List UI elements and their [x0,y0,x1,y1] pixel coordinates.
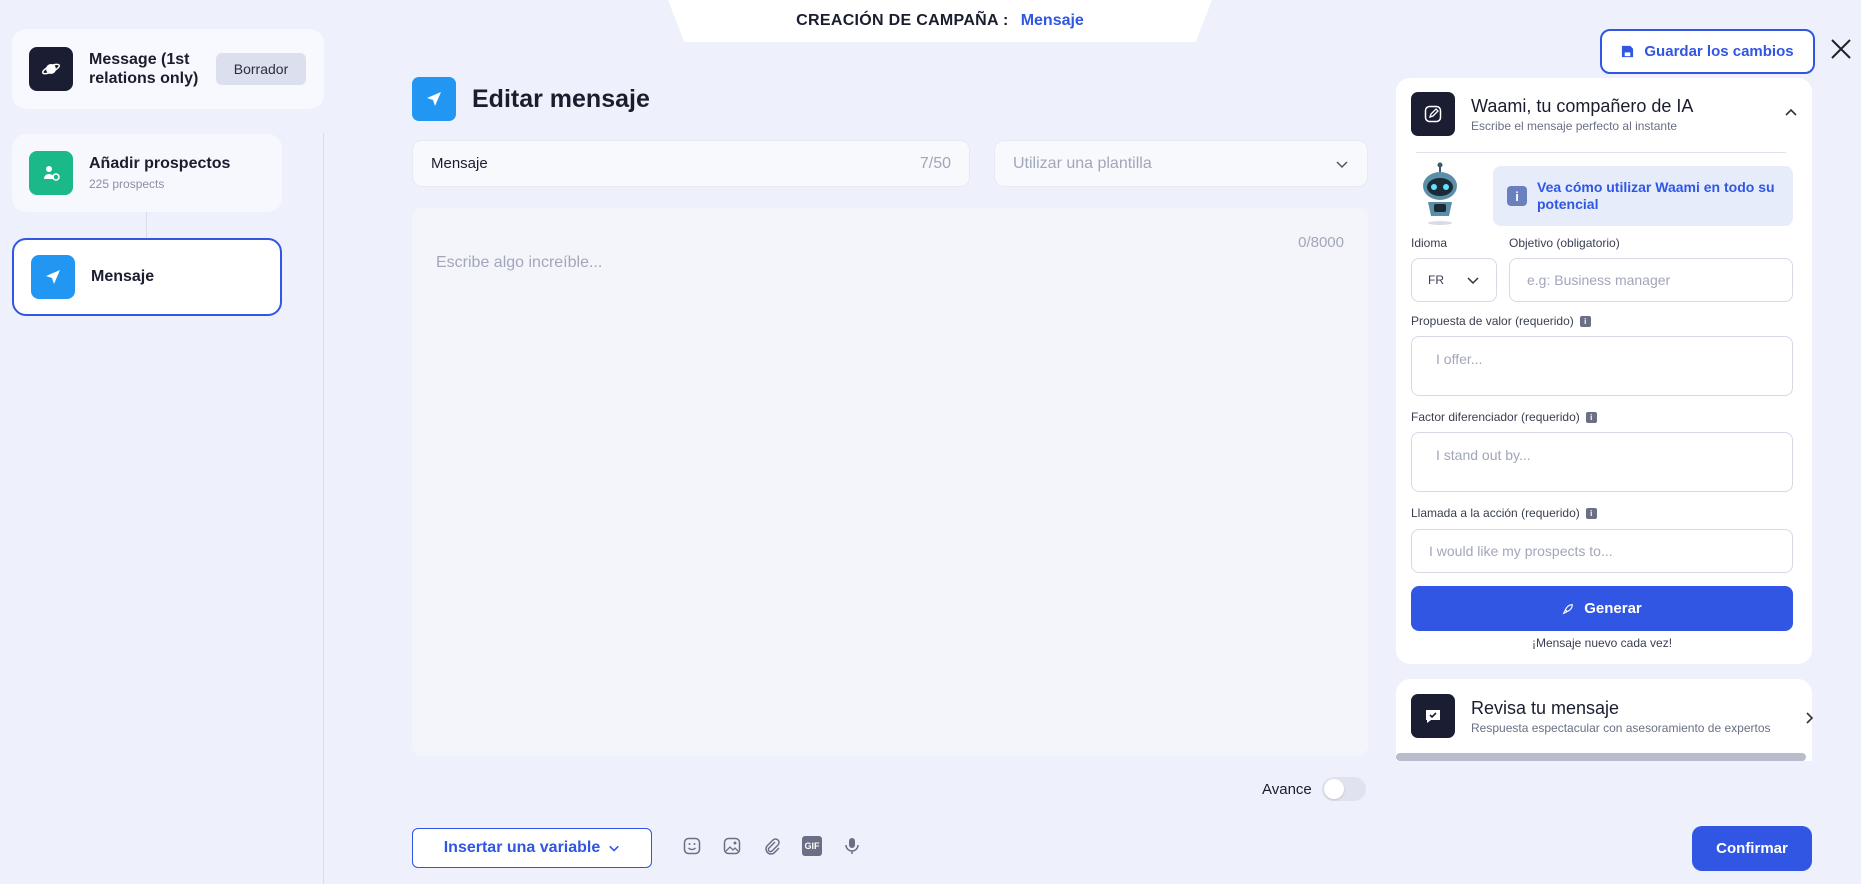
step-title: Mensaje [91,268,155,285]
microphone-icon[interactable] [842,836,862,856]
planet-icon [29,47,73,91]
body-char-count: 0/8000 [1298,234,1344,251]
insert-variable-button[interactable]: Insertar una variable [412,828,652,868]
waami-help-text: Vea cómo utilizar Waami en todo su poten… [1537,179,1775,212]
ai-panel-header[interactable]: Waami, tu compañero de IA Escribe el men… [1411,92,1693,136]
differentiator-label-text: Factor diferenciador (requerido) [1411,410,1580,424]
language-select[interactable]: FR [1411,258,1497,302]
differentiator-placeholder: I stand out by... [1436,447,1531,463]
robot-mascot-icon [1418,162,1462,226]
value-prop-textarea[interactable]: I offer... [1411,336,1793,396]
review-subtitle: Respuesta espectacular con asesoramiento… [1471,720,1771,735]
horizontal-scrollbar[interactable] [1396,753,1806,761]
message-check-icon [1411,694,1455,738]
waami-help-link[interactable]: i Vea cómo utilizar Waami en todo su pot… [1493,166,1793,226]
divider [1416,152,1786,153]
ai-panel-subtitle: Escribe el mensaje perfecto al instante [1471,118,1678,133]
add-user-icon [29,151,73,195]
info-icon: i [1507,186,1527,206]
generate-button[interactable]: Generar [1411,586,1793,631]
confirm-button[interactable]: Confirmar [1692,826,1812,871]
body-placeholder: Escribe algo increíble... [436,254,603,271]
avance-toggle[interactable] [1321,777,1366,801]
language-value: FR [1428,273,1444,287]
cta-placeholder: I would like my prospects to... [1429,543,1613,559]
info-icon[interactable]: i [1579,315,1591,327]
send-icon [412,77,456,121]
send-icon [31,255,75,299]
subject-char-count: 7/50 [919,154,951,172]
template-select[interactable]: Utilizar una plantilla [994,140,1368,187]
status-badge: Borrador [216,53,306,85]
chevron-down-icon [1467,277,1479,285]
gif-icon[interactable]: GIF [802,836,822,856]
campaign-step-message-active[interactable]: Mensaje [12,238,282,316]
attachment-icon[interactable] [762,836,782,856]
page-title: Editar mensaje [472,84,650,113]
emoji-icon[interactable] [682,836,702,856]
objective-placeholder: e.g: Business manager [1527,272,1671,288]
editor-header: Editar mensaje [412,77,650,121]
save-icon [1622,45,1634,58]
chevron-right-icon[interactable] [1804,711,1816,728]
avance-label: Avance [1262,780,1312,798]
step-subtitle: 225 prospects [89,177,165,191]
rocket-icon [1562,603,1574,615]
step-title: Message (1st relations only) [89,51,199,87]
avance-toggle-row: Avance [1262,777,1366,801]
info-icon[interactable]: i [1585,507,1597,519]
image-icon[interactable] [722,836,742,856]
editor-toolbar: GIF [682,836,862,856]
differentiator-label: Factor diferenciador (requerido) i [1411,410,1597,424]
generate-note: ¡Mensaje nuevo cada vez! [1531,636,1673,650]
close-icon[interactable] [1826,36,1856,66]
campaign-step-add-prospects[interactable]: Añadir prospectos 225 prospects [12,134,282,212]
step-title: Añadir prospectos [89,155,231,172]
ai-assistant-panel: Waami, tu compañero de IA Escribe el men… [1396,78,1812,664]
cta-label-text: Llamada a la acción (requerido) [1411,506,1580,520]
edit-icon [1411,92,1455,136]
chevron-down-icon [1336,160,1348,168]
message-body-textarea[interactable]: 0/8000 Escribe algo increíble... [412,208,1368,756]
cta-input[interactable]: I would like my prospects to... [1411,529,1793,573]
header-label: CREACIÓN DE CAMPAÑA : [796,12,1009,29]
step-connector [146,212,147,238]
insert-variable-label: Insertar una variable [443,839,601,856]
value-prop-placeholder: I offer... [1436,351,1483,367]
review-header: Revisa tu mensaje Respuesta espectacular… [1411,694,1771,738]
value-prop-label: Propuesta de valor (requerido) i [1411,314,1591,328]
header-value: Mensaje [1020,12,1084,29]
template-placeholder: Utilizar una plantilla [1013,154,1152,172]
sidebar-divider [323,133,324,884]
language-label: Idioma [1411,236,1448,250]
chevron-up-icon[interactable] [1784,106,1798,123]
differentiator-textarea[interactable]: I stand out by... [1411,432,1793,492]
objective-label: Objetivo (obligatorio) [1509,236,1620,250]
subject-value: Mensaje [431,155,488,172]
save-label: Guardar los cambios [1644,43,1794,60]
chevron-down-icon [609,845,620,852]
info-icon[interactable]: i [1585,411,1597,423]
campaign-header: CREACIÓN DE CAMPAÑA : Mensaje [668,0,1212,42]
value-prop-label-text: Propuesta de valor (requerido) [1411,314,1574,328]
review-title: Revisa tu mensaje [1471,697,1620,718]
generate-label: Generar [1584,600,1642,617]
review-message-panel[interactable]: Revisa tu mensaje Respuesta espectacular… [1396,679,1814,761]
save-changes-button[interactable]: Guardar los cambios [1600,29,1815,74]
objective-input[interactable]: e.g: Business manager [1509,258,1793,302]
campaign-step-message[interactable]: Message (1st relations only) Borrador [12,29,324,109]
subject-input[interactable]: Mensaje 7/50 [412,140,970,187]
ai-panel-title: Waami, tu compañero de IA [1471,95,1694,116]
cta-label: Llamada a la acción (requerido) i [1411,506,1597,520]
